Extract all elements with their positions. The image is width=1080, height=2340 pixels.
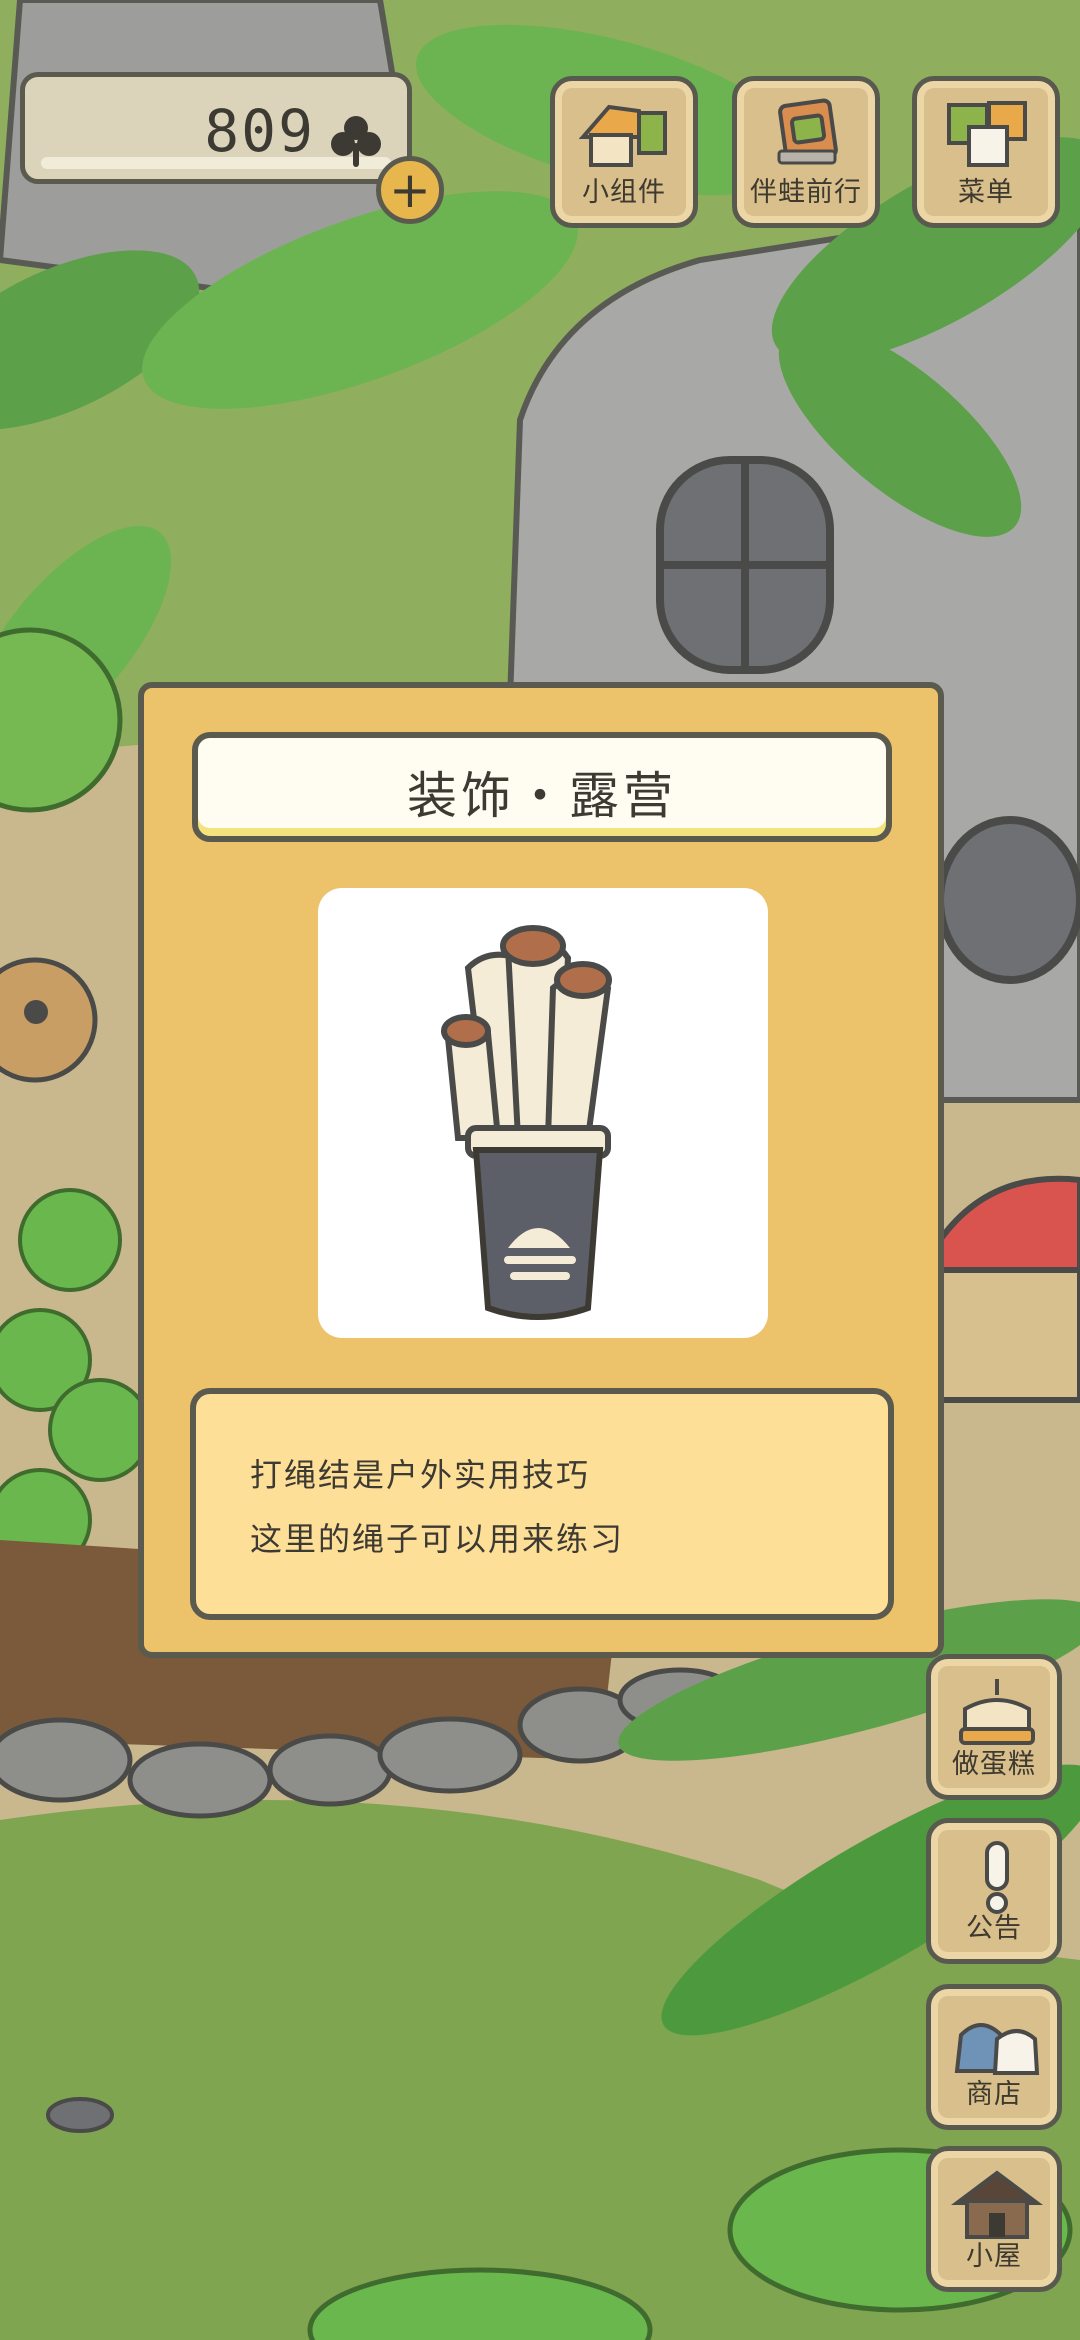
dialog-title-bar: 装饰・露营: [192, 732, 892, 842]
cottage-button-label: 小屋: [966, 2241, 1022, 2272]
cake-icon: [959, 1679, 1035, 1745]
item-description: 打绳结是户外实用技巧 这里的绳子可以用来练习: [190, 1388, 894, 1620]
cottage-button[interactable]: 小屋: [926, 2146, 1062, 2292]
clover-icon: [331, 116, 381, 167]
item-detail-dialog: 装饰・露营 打绳结是户外实用技巧 这里的绳子可以用来练习: [138, 682, 944, 1658]
widget-button[interactable]: 小组件: [550, 76, 698, 228]
frog-companion-button-label: 伴蛙前行: [750, 177, 862, 208]
add-clover-button[interactable]: +: [376, 156, 444, 224]
frog-companion-button[interactable]: 伴蛙前行: [732, 76, 880, 228]
shop-button[interactable]: 商店: [926, 1984, 1062, 2130]
announcement-button[interactable]: 公告: [926, 1818, 1062, 1964]
description-line-1: 打绳结是户外实用技巧: [250, 1456, 591, 1494]
rope-bundle-icon: [441, 925, 612, 1320]
dialog-title: 装饰・露营: [407, 767, 677, 825]
make-cake-button[interactable]: 做蛋糕: [926, 1654, 1062, 1800]
clover-count: 809: [204, 97, 315, 165]
exclamation-icon: [985, 1841, 1009, 1914]
widget-button-label: 小组件: [582, 177, 666, 208]
announcement-button-label: 公告: [966, 1913, 1022, 1944]
description-line-2: 这里的绳子可以用来练习: [250, 1520, 625, 1558]
clover-counter: 809: [20, 72, 412, 184]
menu-icon: [947, 101, 1027, 167]
item-image-card: [318, 888, 768, 1338]
plus-icon: +: [389, 161, 431, 219]
shop-button-label: 商店: [966, 2079, 1022, 2110]
shop-bags-icon: [954, 2023, 1040, 2075]
house-icon: [951, 2170, 1043, 2239]
menu-button[interactable]: 菜单: [912, 76, 1060, 228]
widget-icon: [579, 104, 667, 167]
frog-companion-icon: [777, 98, 838, 165]
make-cake-button-label: 做蛋糕: [952, 1749, 1036, 1780]
menu-button-label: 菜单: [958, 177, 1014, 208]
